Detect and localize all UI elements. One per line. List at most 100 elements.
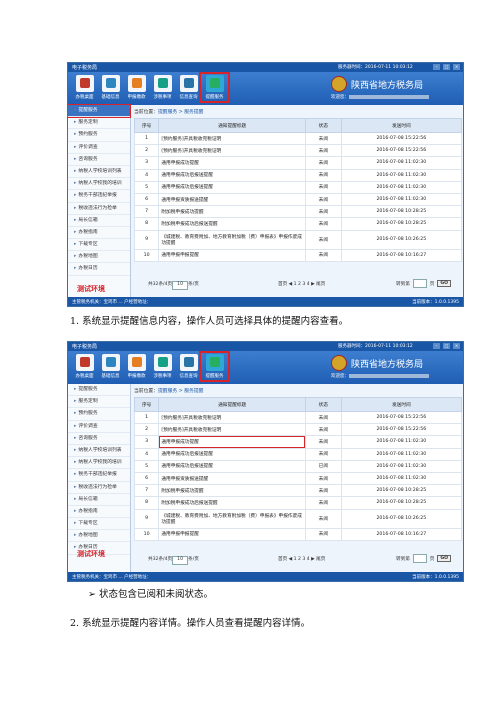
toolbar-button-3[interactable]: 涉税事项 xyxy=(150,75,175,100)
notification-title[interactable]: 《城建税、教育费附加、地方教育附加税（费）申报表》申报作废成功提醒 xyxy=(158,229,306,250)
sidebar-item[interactable]: ▸ 税务干部违纪举报 xyxy=(68,190,130,203)
sidebar-item[interactable]: ▸ 纳税人学校我的培训 xyxy=(68,178,130,191)
sidebar-item[interactable]: ▸ 评价调查 xyxy=(68,142,130,154)
table-row[interactable]: 7 附加税申报成功提醒 未阅 2016-07-08 10:28:25 xyxy=(133,484,463,498)
goto-input[interactable] xyxy=(412,279,427,288)
read-status: 未阅 xyxy=(304,180,342,194)
go-button[interactable]: GO xyxy=(437,280,452,287)
notification-title[interactable]: 通用申报成功提醒 xyxy=(158,435,306,449)
table-row[interactable]: 1 [预约服务]开具税收完税证明 未阅 2016-07-08 15:22:56 xyxy=(133,410,463,425)
maximize-icon[interactable]: □ xyxy=(443,343,450,349)
toolbar-button-4[interactable]: 信息查询 xyxy=(176,354,201,379)
table-row[interactable]: 10 通用申报申报提醒 未阅 2016-07-08 10:16:27 xyxy=(133,248,463,262)
sidebar-item[interactable]: ▸ 咨询服务 xyxy=(68,154,130,166)
sidebar-item[interactable]: ▸ 办税地图 xyxy=(68,251,130,264)
notification-title[interactable]: [预约服务]开具税收完税证明 xyxy=(158,423,306,437)
goto-input[interactable] xyxy=(412,554,427,563)
sidebar-item-label: 税收违法行为检举 xyxy=(78,484,117,490)
notification-title[interactable]: [预约服务]开具税收完税证明 xyxy=(158,410,306,425)
table-row[interactable]: 10 通用申报申报提醒 未阅 2016-07-08 10:16:27 xyxy=(133,527,463,541)
notification-title[interactable]: 通用申报资质报送提醒 xyxy=(158,471,306,486)
sidebar-item[interactable]: ▸ 服务定制 xyxy=(68,117,130,130)
table-row[interactable]: 9 《城建税、教育费附加、地方教育附加税（费）申报表》申报作废成功提醒 未阅 2016… xyxy=(133,508,463,529)
table-row[interactable]: 2 [预约服务]开具税收完税证明 未阅 2016-07-08 15:22:56 xyxy=(133,423,463,437)
row-index: 1 xyxy=(133,131,160,146)
minimize-icon[interactable]: – xyxy=(433,343,440,349)
notification-title[interactable]: [预约服务]开具税收完税证明 xyxy=(158,131,306,146)
toolbar-button-5[interactable]: 提醒服务 xyxy=(199,72,230,103)
sidebar-item[interactable]: ▸ 办税日历 xyxy=(68,263,130,276)
toolbar-button-5[interactable]: 提醒服务 xyxy=(199,351,230,382)
maximize-icon[interactable]: □ xyxy=(443,64,450,70)
table-row[interactable]: 7 附加税申报成功提醒 未阅 2016-07-08 10:28:25 xyxy=(133,205,463,219)
breadcrumb: 当前位置：提醒服务 > 服务提醒 xyxy=(134,387,203,394)
close-icon[interactable]: × xyxy=(453,64,460,70)
sidebar-item[interactable]: ▸ 纳税人学校培训列表 xyxy=(68,166,130,179)
sidebar-item[interactable]: ▸ 咨询服务 xyxy=(68,433,130,445)
notification-title[interactable]: [预约服务]开具税收完税证明 xyxy=(158,144,306,158)
sidebar-item[interactable]: ▸ 税收违法行为检举 xyxy=(68,203,130,215)
per-page-select[interactable]: 10 xyxy=(172,281,189,290)
sidebar-item-label: 办税地图 xyxy=(78,254,98,260)
notification-title[interactable]: 通用申报成功后报送提醒 xyxy=(158,168,306,182)
table-row[interactable]: 1 [预约服务]开具税收完税证明 未阅 2016-07-08 15:22:56 xyxy=(133,131,463,146)
toolbar-button-1[interactable]: 基础信息 xyxy=(98,354,123,379)
toolbar-button-4[interactable]: 信息查询 xyxy=(176,75,201,100)
sidebar-item[interactable]: ▸ 局长信箱 xyxy=(68,215,130,227)
breadcrumb-path[interactable]: 提醒服务 > 服务提醒 xyxy=(158,389,203,394)
notification-title[interactable]: 通用申报申报提醒 xyxy=(158,527,306,541)
toolbar-button-0[interactable]: 办税桌面 xyxy=(72,354,97,379)
close-icon[interactable]: × xyxy=(453,343,460,349)
sidebar-item[interactable]: ▸ 评价调查 xyxy=(68,421,130,433)
toolbar-button-1[interactable]: 基础信息 xyxy=(98,75,123,100)
table-row[interactable]: 3 通用申报成功提醒 未阅 2016-07-08 11:02:30 xyxy=(133,435,463,449)
notification-title[interactable]: 通用申报成功后报送提醒 xyxy=(158,447,306,461)
notification-title[interactable]: 通用申报成功后报送提醒 xyxy=(158,180,306,194)
sidebar-item[interactable]: ▸ 下载专区 xyxy=(68,239,130,252)
table-row[interactable]: 5 通用申报成功后报送提醒 已阅 2016-07-08 11:02:30 xyxy=(133,459,463,473)
notification-title[interactable]: 通用申报申报提醒 xyxy=(158,248,306,262)
table-row[interactable]: 4 通用申报成功后报送提醒 未阅 2016-07-08 11:02:30 xyxy=(133,447,463,461)
notification-title[interactable]: 附加税申报成功提醒 xyxy=(158,484,306,498)
sidebar-item[interactable]: ▸ 纳税人学校我的培训 xyxy=(68,457,130,470)
sidebar-item[interactable]: ▸ 提醒服务 xyxy=(68,384,130,397)
notification-title[interactable]: 附加税申报成功后报送提醒 xyxy=(158,496,306,510)
sidebar-item[interactable]: ▸ 税务干部违纪举报 xyxy=(68,469,130,482)
table-row[interactable]: 9 《城建税、教育费附加、地方教育附加税（费）申报表》申报作废成功提醒 未阅 2016… xyxy=(133,229,463,250)
table-row[interactable]: 8 附加税申报成功后报送提醒 未阅 2016-07-08 10:28:25 xyxy=(133,217,463,231)
table-row[interactable]: 3 通用申报成功提醒 未阅 2016-07-08 11:02:30 xyxy=(133,156,463,170)
notification-title[interactable]: 附加税申报成功提醒 xyxy=(158,205,306,219)
toolbar-button-0[interactable]: 办税桌面 xyxy=(72,75,97,100)
table-row[interactable]: 4 通用申报成功后报送提醒 未阅 2016-07-08 11:02:30 xyxy=(133,168,463,182)
table-row[interactable]: 6 通用申报资质报送提醒 未阅 2016-07-08 11:02:30 xyxy=(133,192,463,207)
page-links[interactable]: 首页 ◀ 1 2 3 4 ▶ 尾页 xyxy=(278,281,325,287)
toolbar-button-3[interactable]: 涉税事项 xyxy=(150,354,175,379)
sidebar-item[interactable]: ▸ 办税地图 xyxy=(68,530,130,543)
sidebar-item[interactable]: ▸ 下载专区 xyxy=(68,518,130,531)
table-row[interactable]: 2 [预约服务]开具税收完税证明 未阅 2016-07-08 15:22:56 xyxy=(133,144,463,158)
notification-title[interactable]: 《城建税、教育费附加、地方教育附加税（费）申报表》申报作废成功提醒 xyxy=(158,508,306,529)
per-page-select[interactable]: 10 xyxy=(172,556,189,565)
sidebar-item[interactable]: ▸ 税收违法行为检举 xyxy=(68,482,130,494)
sidebar-item[interactable]: ▸ 纳税人学校培训列表 xyxy=(68,445,130,458)
notification-title[interactable]: 通用申报成功提醒 xyxy=(158,156,306,170)
sidebar-item[interactable]: ▸ 办税指南 xyxy=(68,506,130,519)
sidebar-item[interactable]: ▸ 办税指南 xyxy=(68,227,130,240)
breadcrumb-path[interactable]: 提醒服务 > 服务提醒 xyxy=(158,110,203,115)
sidebar-item[interactable]: ▸ 服务定制 xyxy=(68,396,130,409)
sidebar-item[interactable]: ▸ 局长信箱 xyxy=(68,494,130,506)
table-row[interactable]: 6 通用申报资质报送提醒 未阅 2016-07-08 11:02:30 xyxy=(133,471,463,486)
go-button[interactable]: GO xyxy=(437,555,452,562)
minimize-icon[interactable]: – xyxy=(433,64,440,70)
page-links[interactable]: 首页 ◀ 1 2 3 4 ▶ 尾页 xyxy=(278,556,325,562)
sidebar-item[interactable]: ▸ 预约服务 xyxy=(68,129,130,142)
sidebar-item[interactable]: ▸ 预约服务 xyxy=(68,408,130,421)
toolbar-button-2[interactable]: 申报缴款 xyxy=(124,354,149,379)
notification-title[interactable]: 通用申报成功后报送提醒 xyxy=(158,459,306,473)
table-row[interactable]: 5 通用申报成功后报送提醒 未阅 2016-07-08 11:02:30 xyxy=(133,180,463,194)
sidebar-item[interactable]: ▸ 提醒服务 xyxy=(68,103,131,119)
notification-title[interactable]: 通用申报资质报送提醒 xyxy=(158,192,306,207)
toolbar-button-2[interactable]: 申报缴款 xyxy=(124,75,149,100)
table-row[interactable]: 8 附加税申报成功后报送提醒 未阅 2016-07-08 10:28:25 xyxy=(133,496,463,510)
notification-title[interactable]: 附加税申报成功后报送提醒 xyxy=(158,217,306,231)
